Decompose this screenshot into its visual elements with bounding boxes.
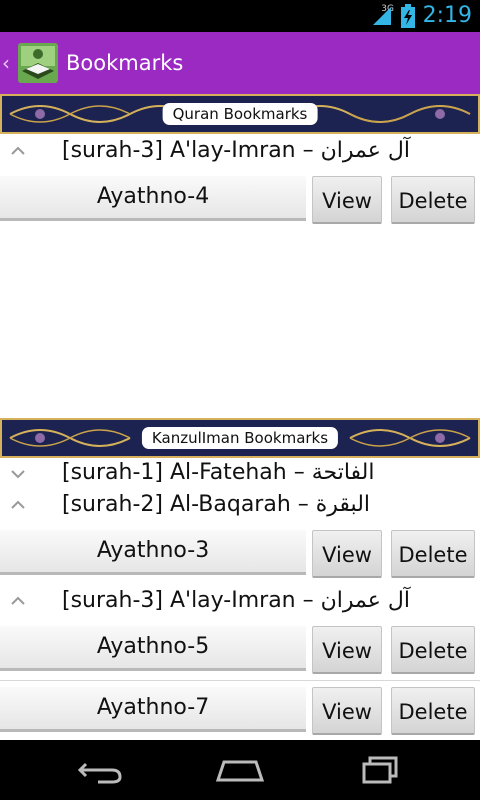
battery-charging-icon — [400, 3, 415, 28]
delete-button[interactable]: Delete — [391, 530, 475, 578]
delete-button[interactable]: Delete — [391, 176, 475, 224]
group-row-kanzul-surah-2[interactable]: [surah-2] Al-Baqarah – البقرة — [0, 490, 480, 525]
chevron-down-icon[interactable] — [8, 462, 28, 486]
ayah-label: Ayathno-5 — [96, 634, 210, 659]
status-bar: 3G 2:19 — [0, 0, 480, 32]
signal-icon — [372, 6, 391, 25]
ayah-label: Ayathno-3 — [96, 538, 210, 563]
clock: 2:19 — [422, 3, 472, 28]
action-bar: ‹ Bookmarks — [0, 32, 480, 94]
view-button[interactable]: View — [312, 626, 382, 674]
group-label: [surah-3] A'lay-Imran – آل عمران — [62, 138, 410, 163]
view-button[interactable]: View — [312, 530, 382, 578]
app-logo-icon[interactable] — [18, 43, 58, 83]
group-label: [surah-1] Al-Fatehah – الفاتحة — [62, 460, 375, 485]
ayah-label: Ayathno-7 — [96, 695, 210, 720]
chevron-up-icon[interactable] — [8, 494, 28, 518]
list-item-quran-ayah: Ayathno-4 View Delete — [0, 170, 480, 230]
quran-bookmarks-banner: Quran Bookmarks — [0, 94, 480, 134]
kanzuliman-bookmarks-banner: KanzulIman Bookmarks — [0, 418, 480, 458]
navigation-bar — [0, 740, 480, 800]
group-row-kanzul-surah-1[interactable]: [surah-1] Al-Fatehah – الفاتحة — [0, 458, 480, 493]
group-label: [surah-3] A'lay-Imran – آل عمران — [62, 588, 410, 613]
ayah-field: Ayathno-4 — [0, 176, 306, 221]
group-row-quran-surah-3[interactable]: [surah-3] A'lay-Imran – آل عمران — [0, 136, 480, 171]
list-item-kanzul-ayah-7: Ayathno-7 View Delete — [0, 681, 480, 741]
up-navigation-icon[interactable]: ‹ — [2, 51, 16, 75]
list-item-kanzul-ayah-3: Ayathno-3 View Delete — [0, 524, 480, 584]
ayah-label: Ayathno-4 — [96, 184, 210, 209]
screen-title: Bookmarks — [66, 51, 184, 75]
chevron-up-icon[interactable] — [8, 140, 28, 164]
chevron-up-icon[interactable] — [8, 590, 28, 614]
view-button[interactable]: View — [312, 687, 382, 735]
kanzuliman-bookmarks-label: KanzulIman Bookmarks — [141, 427, 339, 449]
group-row-kanzul-surah-3[interactable]: [surah-3] A'lay-Imran – آل عمران — [0, 586, 480, 621]
home-icon[interactable] — [210, 750, 270, 790]
back-icon[interactable] — [70, 750, 130, 790]
ayah-field: Ayathno-7 — [0, 687, 306, 732]
ayah-field: Ayathno-5 — [0, 626, 306, 671]
view-button[interactable]: View — [312, 176, 382, 224]
recent-apps-icon[interactable] — [350, 750, 410, 790]
quran-bookmarks-label: Quran Bookmarks — [162, 103, 318, 125]
group-label: [surah-2] Al-Baqarah – البقرة — [62, 492, 371, 517]
delete-button[interactable]: Delete — [391, 626, 475, 674]
ayah-field: Ayathno-3 — [0, 530, 306, 575]
delete-button[interactable]: Delete — [391, 687, 475, 735]
list-item-kanzul-ayah-5: Ayathno-5 View Delete — [0, 620, 480, 680]
